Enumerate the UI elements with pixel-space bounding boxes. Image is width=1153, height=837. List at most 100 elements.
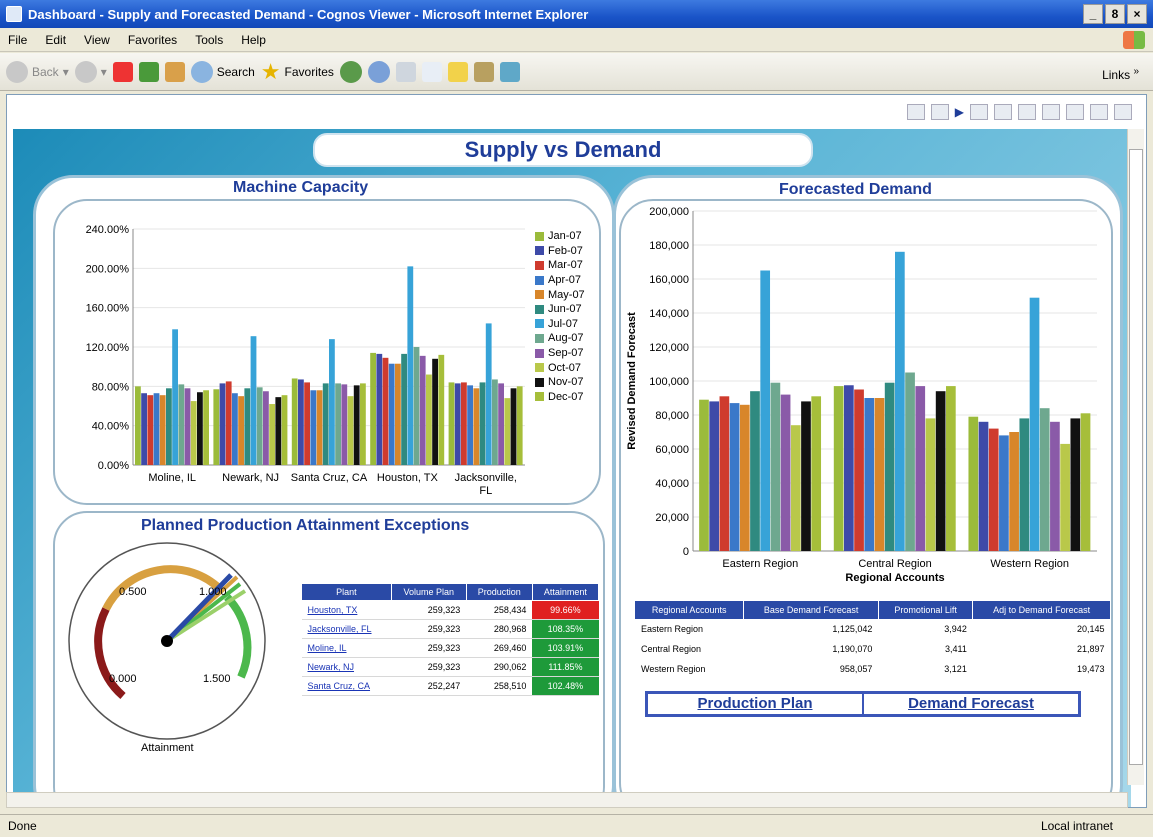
run-icon[interactable]: ▶: [955, 105, 964, 119]
mc-bar: [153, 393, 160, 465]
exception-row: Houston, TX 259,323 258,434 99.66%: [301, 600, 599, 620]
machine-capacity-title: Machine Capacity: [233, 179, 369, 196]
window-titlebar: Dashboard - Supply and Forecasted Demand…: [0, 0, 1153, 28]
fd-bar: [854, 389, 864, 551]
back-button[interactable]: Back ▾: [6, 60, 69, 83]
plant-link[interactable]: Santa Cruz, CA: [301, 676, 392, 696]
fd-bar: [780, 394, 791, 551]
machine-capacity-legend: Jan-07 Feb-07 Mar-07 Apr-07 May-07 Jun-07 Jul-…: [535, 229, 585, 404]
attainment-gauge: 0.500 1.000 0.000 1.500 Attainment: [68, 542, 266, 754]
go-to-icon[interactable]: [1018, 104, 1036, 120]
format-icon[interactable]: [1090, 104, 1108, 120]
mc-bar: [281, 395, 288, 465]
plant-link[interactable]: Jacksonville, FL: [301, 619, 392, 639]
keep-version-icon[interactable]: [906, 104, 925, 120]
legend-label: Feb-07: [548, 244, 583, 257]
favorites-button[interactable]: ★ Favorites: [261, 59, 334, 85]
plant-link[interactable]: Newark, NJ: [301, 657, 392, 677]
maximize-button[interactable]: 8: [1105, 4, 1125, 24]
status-text: Done: [8, 819, 37, 833]
vertical-scrollbar-thumb[interactable]: [1129, 149, 1143, 765]
view-report-icon[interactable]: [1042, 104, 1060, 120]
attainment-cell: 108.35%: [532, 619, 599, 639]
drill-down-icon[interactable]: [970, 104, 988, 120]
fd-bar: [895, 251, 905, 552]
legend-item: Jun-07: [535, 302, 585, 317]
legend-label: Oct-07: [548, 361, 582, 374]
history-icon[interactable]: [339, 60, 362, 83]
notes-icon[interactable]: [447, 61, 468, 82]
col-regional-accounts: Regional Accounts: [635, 601, 745, 619]
regional-cell: 3,121: [944, 664, 967, 674]
legend-swatch: [535, 260, 544, 270]
mc-bar: [432, 358, 438, 465]
mc-bar: [461, 382, 467, 465]
exception-row: Jacksonville, FL 259,323 280,968 108.35%: [301, 619, 599, 639]
attainment-cell: 111.85%: [532, 657, 599, 677]
legend-label: Apr-07: [548, 274, 582, 287]
legend-item: Oct-07: [535, 360, 585, 375]
mc-bar: [329, 339, 335, 465]
legend-label: Nov-07: [548, 376, 584, 389]
email-icon[interactable]: [930, 104, 949, 120]
volume-plan-cell: 252,247: [391, 676, 467, 696]
window-title: Dashboard - Supply and Forecasted Demand…: [28, 6, 589, 22]
mail-icon[interactable]: [367, 60, 390, 83]
plant-link[interactable]: Moline, IL: [301, 638, 392, 658]
add-bookmark-icon[interactable]: [1066, 104, 1084, 120]
cognos-toolbar: ▶: [7, 95, 1146, 129]
research-icon[interactable]: [473, 61, 494, 82]
mc-bar: [353, 385, 360, 465]
menu-edit[interactable]: Edit: [45, 33, 66, 47]
mc-bar: [244, 388, 251, 465]
links-button[interactable]: Links »: [1102, 66, 1139, 82]
html-icon[interactable]: [1114, 104, 1132, 120]
mc-bar: [263, 391, 269, 465]
search-button[interactable]: Search: [190, 60, 255, 83]
fd-bar: [864, 398, 875, 551]
print-icon[interactable]: [395, 61, 416, 82]
mc-bar: [184, 388, 191, 465]
messenger-icon[interactable]: [499, 61, 520, 82]
production-plan-link[interactable]: Production Plan: [647, 693, 863, 715]
menu-help[interactable]: Help: [241, 33, 266, 47]
drill-up-icon[interactable]: [994, 104, 1012, 120]
fd-ytick: 40,000: [655, 478, 689, 490]
demand-forecast-link[interactable]: Demand Forecast: [863, 693, 1079, 715]
dashboard-canvas: Supply vs Demand Machine Capacity 240.00…: [13, 129, 1131, 807]
home-icon[interactable]: [164, 61, 185, 82]
plant-link[interactable]: Houston, TX: [301, 600, 392, 620]
legend-label: May-07: [548, 288, 585, 301]
mc-bar: [172, 329, 178, 465]
close-button[interactable]: ×: [1127, 4, 1147, 24]
legend-item: Jul-07: [535, 317, 585, 332]
regional-row: Western Region 958,057 3,121 19,473: [635, 659, 1111, 679]
mc-bar: [382, 357, 389, 465]
fd-category-label: Eastern Region: [722, 558, 798, 570]
word-icon[interactable]: [421, 61, 442, 82]
fd-bar: [719, 396, 730, 551]
stop-icon[interactable]: [112, 61, 133, 82]
ie-app-icon: [6, 6, 22, 22]
fd-bar: [750, 391, 760, 551]
fd-bar: [999, 435, 1009, 551]
mc-category-label: Houston, TX: [377, 472, 439, 484]
menu-file[interactable]: File: [8, 33, 27, 47]
fd-bar: [1050, 421, 1060, 551]
forward-button[interactable]: ▾: [74, 60, 107, 83]
minimize-button[interactable]: _: [1083, 4, 1103, 24]
refresh-icon[interactable]: [138, 61, 159, 82]
mc-bar: [275, 397, 282, 465]
vertical-scrollbar[interactable]: [1127, 129, 1144, 785]
fd-bar: [1019, 418, 1030, 551]
fd-ytick: 200,000: [649, 206, 689, 218]
col-production: Production: [465, 583, 533, 601]
menu-tools[interactable]: Tools: [195, 33, 223, 47]
fd-ytick: 120,000: [649, 342, 689, 354]
mc-bar: [203, 390, 209, 465]
horizontal-scrollbar[interactable]: [6, 792, 1128, 808]
mc-bar: [504, 398, 511, 465]
menu-favorites[interactable]: Favorites: [128, 33, 177, 47]
menu-view[interactable]: View: [84, 33, 110, 47]
fd-bar: [978, 421, 989, 551]
